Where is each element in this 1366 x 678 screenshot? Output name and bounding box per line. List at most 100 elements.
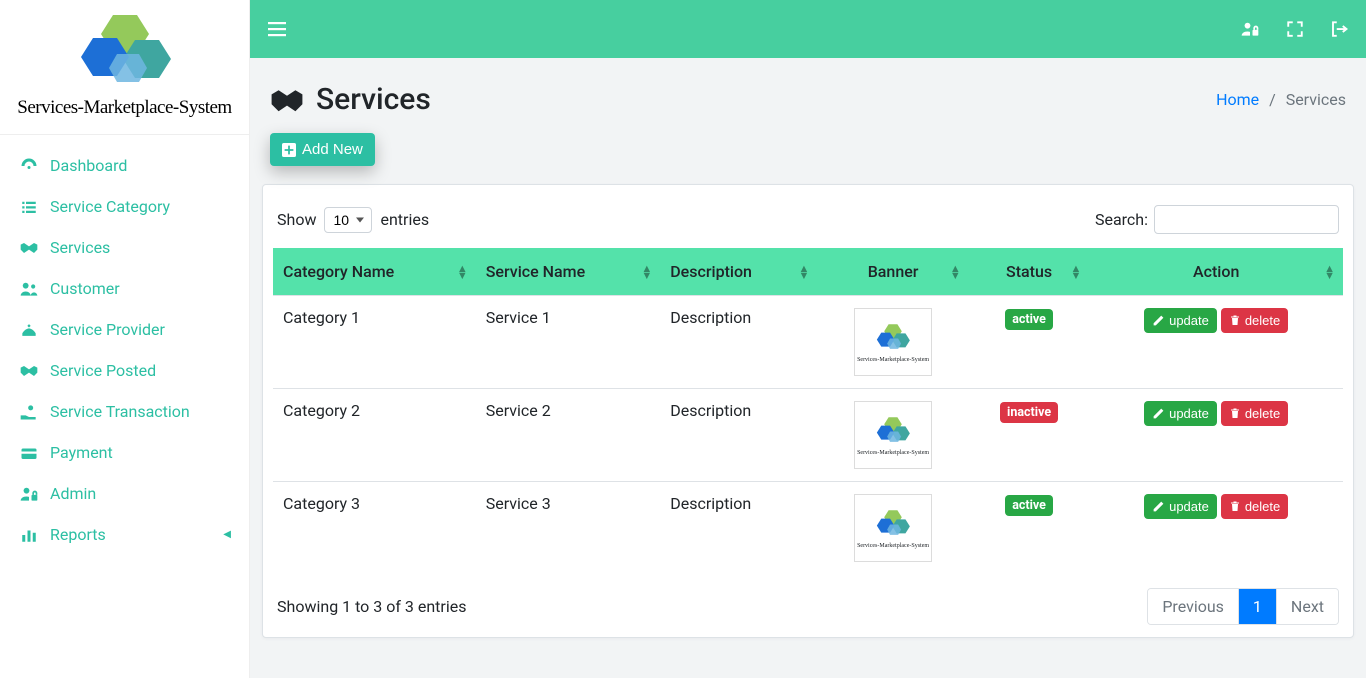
cell-category: Category 1 (273, 296, 476, 389)
breadcrumb: Home / Services (1216, 90, 1346, 109)
cell-status: active (969, 482, 1090, 575)
menu-toggle-icon[interactable] (268, 21, 286, 37)
plus-square-icon (282, 143, 296, 157)
breadcrumb-home[interactable]: Home (1216, 90, 1259, 109)
col-category[interactable]: Category Name▲▼ (273, 248, 476, 296)
logo-icon (65, 10, 185, 95)
sort-icon: ▲▼ (1324, 265, 1335, 279)
update-button[interactable]: update (1144, 308, 1217, 333)
trash-icon (1229, 314, 1241, 327)
update-button[interactable]: update (1144, 494, 1217, 519)
cell-status: active (969, 296, 1090, 389)
logo-text: Services-Marketplace-System (0, 97, 249, 119)
credit-card-icon (18, 444, 40, 462)
handshake-icon (18, 362, 40, 380)
col-banner[interactable]: Banner▲▼ (817, 248, 968, 296)
sidebar-item-label: Service Category (50, 197, 170, 216)
add-new-button[interactable]: Add New (270, 133, 375, 166)
col-service[interactable]: Service Name▲▼ (476, 248, 661, 296)
table-info: Showing 1 to 3 of 3 entries (277, 597, 466, 616)
status-badge: active (1005, 309, 1053, 330)
sidebar-item-services[interactable]: Services (0, 227, 249, 268)
sidebar: Services-Marketplace-System Dashboard Se… (0, 0, 250, 678)
breadcrumb-current: Services (1286, 90, 1346, 109)
sidebar-item-label: Services (50, 238, 110, 257)
services-table: Category Name▲▼ Service Name▲▼ Descripti… (273, 248, 1343, 574)
col-description[interactable]: Description▲▼ (660, 248, 817, 296)
sidebar-item-label: Admin (50, 484, 96, 503)
cell-action: update delete (1089, 389, 1343, 482)
page-1[interactable]: 1 (1238, 589, 1276, 624)
delete-button[interactable]: delete (1221, 494, 1288, 519)
sidebar-item-service-transaction[interactable]: Service Transaction (0, 391, 249, 432)
sidebar-item-dashboard[interactable]: Dashboard (0, 145, 249, 186)
sidebar-item-service-posted[interactable]: Service Posted (0, 350, 249, 391)
cell-banner: Services-Marketplace-System (817, 296, 968, 389)
logo[interactable]: Services-Marketplace-System (0, 0, 249, 135)
entries-select[interactable]: 10 (324, 207, 372, 233)
cell-status: inactive (969, 389, 1090, 482)
handshake-icon (18, 239, 40, 257)
topbar (250, 0, 1366, 58)
banner-thumbnail: Services-Marketplace-System (854, 308, 932, 376)
sidebar-item-label: Customer (50, 279, 120, 298)
update-button[interactable]: update (1144, 401, 1217, 426)
expand-icon[interactable] (1286, 20, 1304, 38)
page-next[interactable]: Next (1276, 589, 1338, 624)
show-label-post: entries (380, 210, 429, 229)
delete-button[interactable]: delete (1221, 308, 1288, 333)
banner-thumbnail: Services-Marketplace-System (854, 494, 932, 562)
sidebar-item-label: Dashboard (50, 156, 127, 175)
table-row: Category 2Service 2DescriptionServices-M… (273, 389, 1343, 482)
user-lock-top-icon[interactable] (1240, 20, 1260, 38)
nav-list: Dashboard Service Category Services Cust… (0, 135, 249, 565)
col-status[interactable]: Status▲▼ (969, 248, 1090, 296)
handshake-icon (270, 86, 304, 114)
sidebar-item-label: Service Posted (50, 361, 156, 380)
add-new-label: Add New (302, 141, 363, 158)
sidebar-item-reports[interactable]: Reports ◀ (0, 514, 249, 555)
main: Services Home / Services Add New Show (250, 0, 1366, 678)
chevron-left-icon: ◀ (223, 529, 231, 540)
user-lock-icon (18, 485, 40, 503)
sidebar-item-service-provider[interactable]: Service Provider (0, 309, 249, 350)
users-icon (18, 280, 40, 298)
cell-service: Service 2 (476, 389, 661, 482)
page-prev[interactable]: Previous (1148, 589, 1238, 624)
status-badge: inactive (1000, 402, 1058, 423)
trash-icon (1229, 500, 1241, 513)
table-row: Category 3Service 3DescriptionServices-M… (273, 482, 1343, 575)
hand-coin-icon (18, 403, 40, 421)
cell-description: Description (660, 296, 817, 389)
sidebar-item-payment[interactable]: Payment (0, 432, 249, 473)
edit-icon (1152, 500, 1165, 513)
page-title-text: Services (316, 82, 431, 117)
breadcrumb-sep: / (1269, 90, 1276, 109)
list-icon (18, 198, 40, 216)
sidebar-item-admin[interactable]: Admin (0, 473, 249, 514)
pagination: Previous 1 Next (1147, 588, 1339, 625)
search-wrap: Search: (1095, 205, 1339, 234)
table-row: Category 1Service 1Description Services-M… (273, 296, 1343, 389)
chart-icon (18, 526, 40, 544)
sort-icon: ▲▼ (641, 265, 652, 279)
sidebar-item-label: Reports (50, 525, 106, 544)
edit-icon (1152, 407, 1165, 420)
status-badge: active (1005, 495, 1053, 516)
hands-icon (18, 321, 40, 339)
sidebar-item-customer[interactable]: Customer (0, 268, 249, 309)
cell-service: Service 3 (476, 482, 661, 575)
cell-action: update delete (1089, 482, 1343, 575)
table-card: Show 10 entries Search: (262, 184, 1354, 638)
trash-icon (1229, 407, 1241, 420)
sidebar-item-label: Service Provider (50, 320, 165, 339)
logout-icon[interactable] (1330, 20, 1348, 38)
cell-service: Service 1 (476, 296, 661, 389)
show-label-pre: Show (277, 210, 316, 229)
delete-button[interactable]: delete (1221, 401, 1288, 426)
sidebar-item-service-category[interactable]: Service Category (0, 186, 249, 227)
col-action[interactable]: Action▲▼ (1089, 248, 1343, 296)
cell-category: Category 2 (273, 389, 476, 482)
search-input[interactable] (1154, 205, 1339, 234)
sidebar-item-label: Payment (50, 443, 113, 462)
